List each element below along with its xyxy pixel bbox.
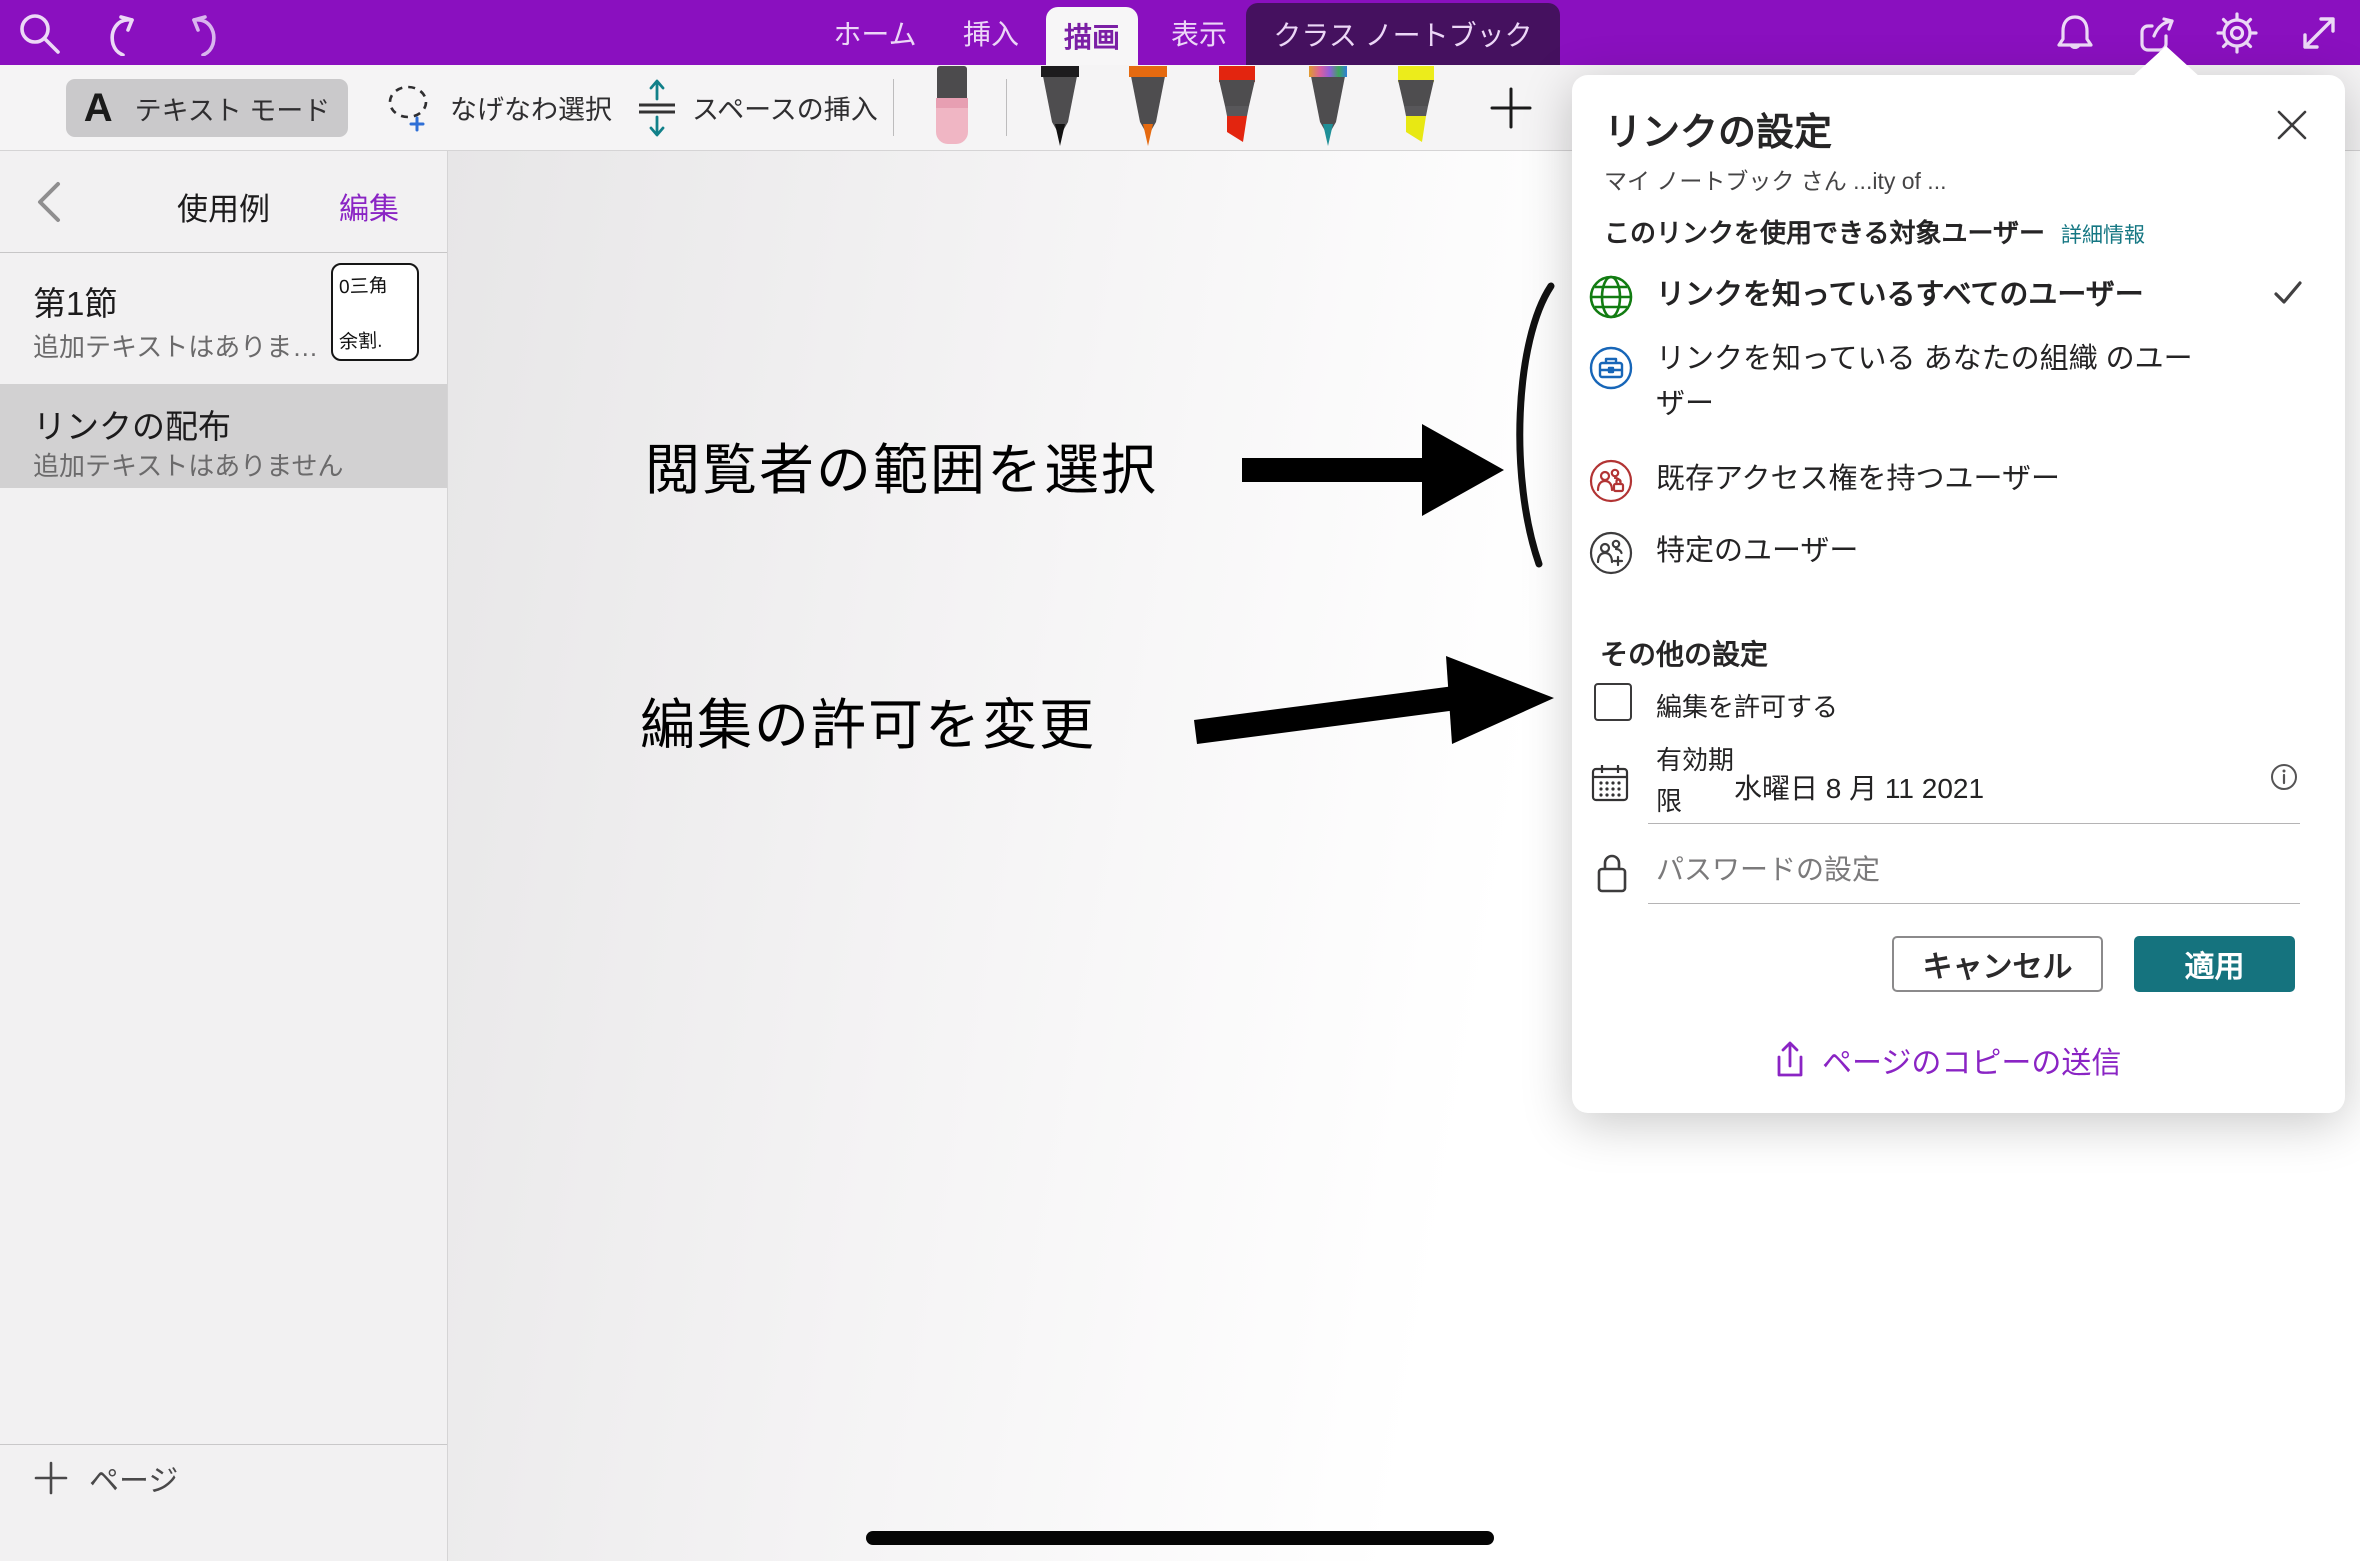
- field-underline: [1648, 903, 2300, 904]
- send-page-copy-link[interactable]: ページのコピーの送信: [1772, 1038, 2121, 1082]
- tab-view[interactable]: 表示: [1156, 0, 1242, 65]
- lasso-select-label: なげなわ選択: [450, 88, 612, 127]
- people-add-icon: [1588, 530, 1634, 576]
- app-top-bar: ホーム 挿入 描画 表示 クラス ノートブック: [0, 0, 2360, 65]
- details-link[interactable]: 詳細情報: [2061, 219, 2145, 249]
- undo-icon[interactable]: [98, 10, 144, 56]
- search-icon[interactable]: [16, 10, 62, 56]
- text-mode-letter: A: [84, 88, 113, 128]
- people-lock-icon: [1588, 458, 1634, 504]
- send-copy-icon: [1772, 1040, 1806, 1080]
- tab-draw[interactable]: 描画: [1046, 7, 1138, 65]
- allow-editing-label[interactable]: 編集を許可する: [1656, 687, 1838, 724]
- dialog-title: リンクの設定: [1604, 101, 1832, 156]
- page-item-section1[interactable]: 第1節 追加テキストはありま… 0三角 余割.: [0, 253, 447, 384]
- annotation-brace: [1503, 278, 1567, 572]
- settings-icon[interactable]: [2214, 10, 2260, 56]
- eraser-tool[interactable]: [928, 66, 976, 148]
- yellow-highlighter-tool[interactable]: [1392, 66, 1440, 150]
- audience-heading: このリンクを使用できる対象ユーザー: [1604, 213, 2045, 250]
- tab-insert[interactable]: 挿入: [948, 0, 1034, 65]
- toolbar-divider: [1006, 79, 1007, 136]
- thumbnail-handwriting-line: 0三角: [339, 270, 412, 299]
- insert-space-label: スペースの挿入: [692, 88, 878, 127]
- black-pen-tool[interactable]: [1036, 66, 1084, 150]
- orange-pen-tool[interactable]: [1124, 66, 1172, 150]
- red-highlighter-tool[interactable]: [1213, 66, 1261, 150]
- annotation-change-edit: 編集の許可を変更: [640, 680, 1096, 760]
- text-mode-button[interactable]: A テキスト モード: [66, 79, 348, 137]
- calendar-icon: [1590, 763, 1630, 803]
- page-subtitle: 追加テキストはありません: [33, 446, 343, 483]
- pages-sidebar: 使用例 編集 第1節 追加テキストはありま… 0三角 余割. リンクの配布 追加…: [0, 151, 448, 1561]
- notifications-icon[interactable]: [2052, 10, 2098, 56]
- close-icon[interactable]: [2274, 107, 2310, 143]
- audience-heading-row: このリンクを使用できる対象ユーザー 詳細情報: [1604, 213, 2145, 250]
- annotation-arrow-slanted: [1194, 648, 1560, 766]
- insert-space-button[interactable]: スペースの挿入: [638, 65, 878, 150]
- check-icon: [2272, 277, 2304, 309]
- page-thumbnail: 0三角 余割.: [331, 263, 419, 361]
- thumbnail-handwriting-line: 余割.: [339, 325, 412, 354]
- edit-button[interactable]: 編集: [339, 184, 399, 228]
- add-page-label: ページ: [89, 1456, 178, 1500]
- tab-insert-label: 挿入: [963, 13, 1019, 53]
- globe-icon: [1588, 274, 1634, 320]
- text-mode-label: テキスト モード: [135, 89, 331, 128]
- page-title: 第1節: [33, 277, 117, 325]
- tab-class-notebook-label: クラス ノートブック: [1273, 14, 1532, 54]
- tab-view-label: 表示: [1171, 13, 1227, 53]
- add-pen-icon[interactable]: [1488, 85, 1534, 131]
- annotation-arrow-right: [1240, 418, 1512, 522]
- option-anyone-with-link[interactable]: リンクを知っているすべてのユーザー: [1656, 273, 2144, 318]
- other-settings-heading: その他の設定: [1600, 633, 1768, 673]
- page-item-link-distribution[interactable]: リンクの配布 追加テキストはありません: [0, 384, 447, 488]
- tab-home[interactable]: ホーム: [820, 0, 930, 65]
- tab-class-notebook[interactable]: クラス ノートブック: [1246, 3, 1560, 65]
- lock-icon: [1594, 851, 1630, 895]
- info-icon[interactable]: [2270, 763, 2298, 791]
- home-indicator: [866, 1531, 1494, 1545]
- toolbar-divider: [893, 79, 894, 136]
- link-settings-dialog: リンクの設定 マイ ノートブック さん ...ity of ... このリンクを…: [1572, 75, 2345, 1113]
- lasso-icon: [384, 82, 434, 134]
- dialog-callout-arrow: [2132, 46, 2200, 77]
- send-copy-label: ページのコピーの送信: [1822, 1038, 2121, 1082]
- sidebar-divider: [0, 1444, 447, 1445]
- annotation-select-audience: 閲覧者の範囲を選択: [645, 425, 1158, 505]
- rainbow-pen-tool[interactable]: [1304, 66, 1352, 150]
- insert-space-icon: [638, 78, 676, 138]
- password-input[interactable]: [1654, 853, 2218, 887]
- page-title: リンクの配布: [33, 400, 231, 448]
- field-underline: [1648, 823, 2300, 824]
- fullscreen-icon[interactable]: [2296, 10, 2342, 56]
- option-people-in-org[interactable]: リンクを知っている あなたの組織 のユーザー: [1656, 337, 2216, 427]
- option-existing-access[interactable]: 既存アクセス権を持つユーザー: [1656, 457, 2060, 502]
- tab-draw-label: 描画: [1064, 16, 1120, 56]
- apply-button[interactable]: 適用: [2134, 936, 2295, 992]
- add-page-button[interactable]: ページ: [33, 1456, 178, 1500]
- expiry-label: 有効期限: [1656, 740, 1738, 822]
- redo-icon[interactable]: [182, 10, 228, 56]
- lasso-select-button[interactable]: なげなわ選択: [384, 65, 612, 150]
- page-subtitle: 追加テキストはありま…: [33, 327, 318, 364]
- notebook-path: マイ ノートブック さん ...ity of ...: [1604, 162, 1946, 196]
- cancel-button[interactable]: キャンセル: [1892, 936, 2103, 992]
- option-specific-people[interactable]: 特定のユーザー: [1656, 529, 1858, 574]
- allow-editing-checkbox[interactable]: [1594, 683, 1632, 721]
- tab-home-label: ホーム: [833, 13, 916, 53]
- expiry-date-field[interactable]: 水曜日 8 月 11 2021: [1734, 767, 1984, 807]
- briefcase-icon: [1588, 345, 1634, 391]
- add-page-plus-icon: [33, 1460, 69, 1496]
- sidebar-header: 使用例 編集: [0, 151, 447, 253]
